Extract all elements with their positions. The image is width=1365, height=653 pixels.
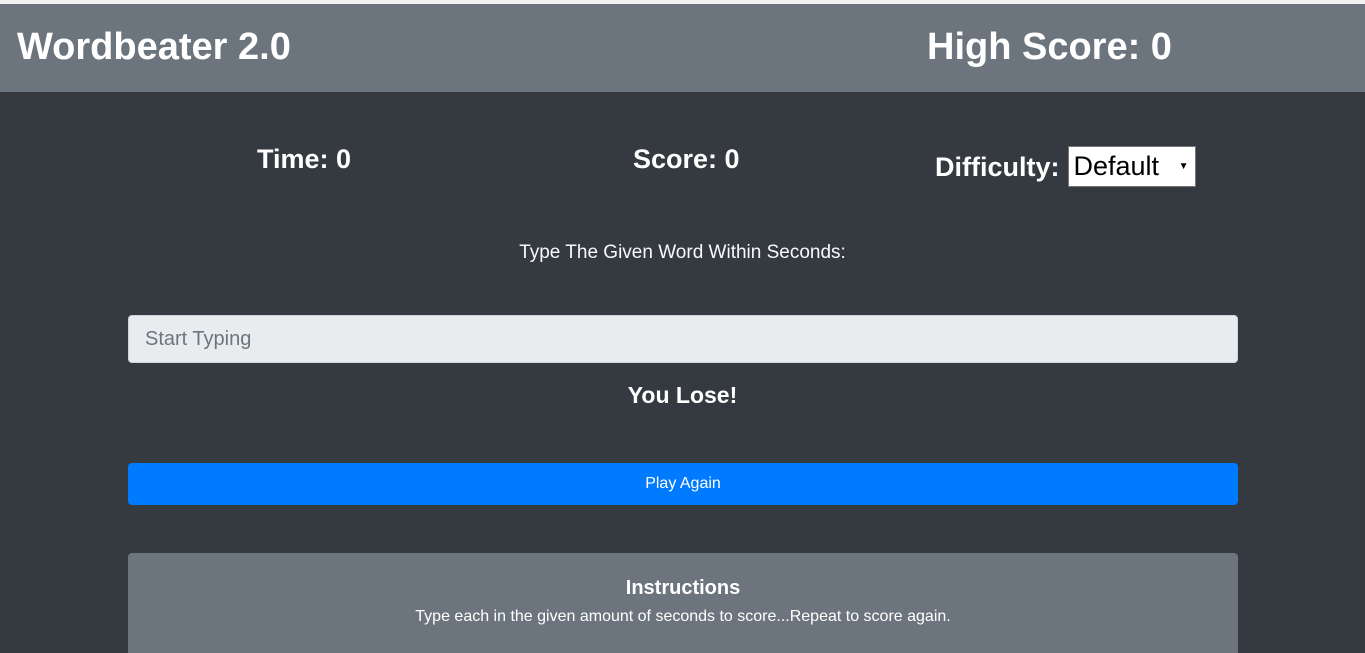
game-prompt: Type The Given Word Within Seconds:	[519, 242, 846, 263]
instructions-card: Instructions Type each in the given amou…	[128, 553, 1238, 653]
difficulty-label: Difficulty:	[935, 151, 1060, 182]
difficulty-control: Difficulty: Default ▼	[935, 146, 1196, 187]
word-input[interactable]	[128, 315, 1238, 363]
score-display: Score: 0	[633, 144, 740, 174]
difficulty-selected-value: Default	[1073, 151, 1160, 181]
result-message: You Lose!	[627, 382, 738, 408]
instructions-text: Type each in the given amount of seconds…	[415, 608, 951, 625]
app-title: Wordbeater 2.0	[17, 26, 291, 68]
instructions-title: Instructions	[625, 577, 741, 599]
dropdown-caret-icon: ▼	[1178, 161, 1189, 172]
difficulty-select[interactable]: Default ▼	[1067, 146, 1196, 187]
high-score: High Score: 0	[927, 26, 1172, 68]
play-again-button[interactable]: Play Again	[128, 463, 1238, 505]
navbar: Wordbeater 2.0 High Score: 0	[0, 4, 1365, 92]
time-display: Time: 0	[257, 144, 352, 174]
